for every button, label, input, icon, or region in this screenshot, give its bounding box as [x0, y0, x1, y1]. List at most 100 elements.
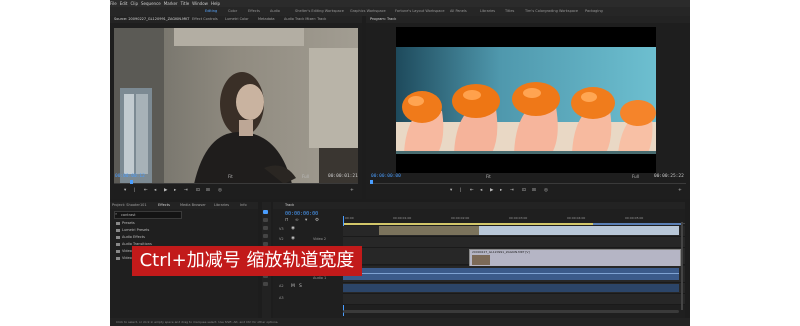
premiere-window: File Edit Clip Sequence Marker Title Window Hel…	[110, 0, 690, 326]
source-fit-dropdown[interactable]: Fit	[228, 174, 233, 179]
menu-edit[interactable]: Edit	[120, 1, 128, 6]
timeline-settings-icon[interactable]: ⚙	[315, 218, 319, 224]
source-scrub-bar[interactable]	[114, 183, 358, 184]
video-track-v2[interactable]	[343, 237, 685, 248]
snap-icon[interactable]: ⊓	[285, 218, 289, 224]
tab-lumetri-color[interactable]: Lumetri Color	[225, 16, 249, 23]
program-timecode-in[interactable]: 00:00:00:00	[371, 174, 401, 179]
play-icon[interactable]: ▶	[490, 188, 493, 194]
tab-effects[interactable]: Effects	[158, 202, 170, 209]
program-playhead[interactable]	[370, 180, 373, 184]
mark-out-icon[interactable]: |	[460, 188, 462, 194]
menu-window[interactable]: Window	[192, 1, 208, 6]
workspace-tab-audio[interactable]: Audio	[270, 7, 280, 16]
audio-clip[interactable]	[343, 268, 679, 280]
menu-title[interactable]: Title	[181, 1, 190, 6]
menu-help[interactable]: Help	[211, 1, 220, 6]
menu-sequence[interactable]: Sequence	[141, 1, 161, 6]
go-to-in-icon[interactable]: ⇤	[144, 188, 148, 194]
workspace-tab-graphics[interactable]: Graphics Workspace	[350, 7, 386, 16]
track-select-tool-icon[interactable]	[263, 218, 268, 222]
selection-tool-icon[interactable]	[263, 210, 268, 214]
export-frame-icon[interactable]: ◎	[544, 188, 548, 194]
timeline-zoom-scrollbar[interactable]	[343, 310, 679, 313]
effects-search-input[interactable]: contrast	[114, 211, 182, 219]
toggle-output-icon[interactable]: ◉	[291, 236, 295, 242]
workspace-tab-tims[interactable]: Tim's Colorgrading Workspace	[525, 7, 578, 16]
workspace-tab-color[interactable]: Color	[228, 7, 237, 16]
ripple-edit-tool-icon[interactable]	[263, 226, 268, 230]
go-to-out-icon[interactable]: ⇥	[184, 188, 188, 194]
source-playhead[interactable]	[130, 180, 133, 184]
go-to-in-icon[interactable]: ⇤	[470, 188, 474, 194]
track-v2-label[interactable]: V2	[279, 237, 284, 241]
step-forward-icon[interactable]: ▸	[500, 188, 502, 194]
step-back-icon[interactable]: ◂	[480, 188, 482, 194]
source-timecode-in[interactable]: 00:00:00:12	[115, 174, 145, 179]
step-back-icon[interactable]: ◂	[154, 188, 156, 194]
export-frame-icon[interactable]: ◎	[218, 188, 222, 194]
workspace-tab-fortune[interactable]: Fortune's Layout Workspace	[395, 7, 444, 16]
insert-icon[interactable]: ⊡	[196, 188, 200, 194]
tab-audio-mixer[interactable]: Audio Track Mixer: Track	[284, 16, 326, 23]
tab-program[interactable]: Program: Track	[370, 16, 396, 23]
tab-info[interactable]: Info	[240, 202, 247, 209]
timeline-timecode[interactable]: 00:00:00:00	[285, 211, 318, 217]
tab-timeline[interactable]: Track	[285, 202, 294, 209]
list-item[interactable]: Presets	[116, 221, 135, 225]
program-scrub-bar[interactable]	[370, 183, 686, 184]
step-forward-icon[interactable]: ▸	[174, 188, 176, 194]
mark-in-icon[interactable]: ▾	[450, 188, 452, 194]
workspace-tab-allpanels[interactable]: All Panels	[450, 7, 467, 16]
play-icon[interactable]: ▶	[164, 188, 167, 194]
video-clip-thumb[interactable]	[379, 226, 479, 235]
audio-track-a3[interactable]	[343, 294, 685, 305]
tab-effect-controls[interactable]: Effect Controls	[192, 16, 218, 23]
lift-icon[interactable]: ⊡	[522, 188, 526, 194]
workspace-tab-editing[interactable]: Editing	[205, 7, 217, 16]
add-button-icon[interactable]: +	[678, 188, 682, 194]
video-clip-thumb[interactable]	[479, 226, 679, 235]
status-bar: Click to select, or click in empty space…	[110, 318, 690, 326]
add-marker-icon[interactable]: ▾	[305, 218, 307, 224]
tab-libraries[interactable]: Libraries	[214, 202, 229, 209]
zoom-tool-icon[interactable]	[263, 282, 268, 286]
mark-in-icon[interactable]: ▾	[124, 188, 126, 194]
track-a2-label[interactable]: A2	[279, 284, 284, 288]
linked-selection-icon[interactable]: ∞	[295, 218, 299, 224]
program-scale-dropdown[interactable]: Full	[632, 174, 639, 179]
menu-clip[interactable]: Clip	[130, 1, 138, 6]
tab-metadata[interactable]: Metadata	[258, 16, 275, 23]
workspace-tab-effects[interactable]: Effects	[248, 7, 260, 16]
solo-icon[interactable]: S	[299, 284, 302, 290]
rolling-edit-tool-icon[interactable]	[263, 234, 268, 238]
work-area-bar-end[interactable]	[593, 223, 681, 225]
extract-icon[interactable]: ⊟	[532, 188, 536, 194]
list-item[interactable]: Lumetri Presets	[116, 228, 149, 232]
overwrite-icon[interactable]: ⊟	[206, 188, 210, 194]
program-fit-dropdown[interactable]: Fit	[486, 174, 491, 179]
mark-out-icon[interactable]: |	[134, 188, 136, 194]
add-button-icon[interactable]: +	[350, 188, 354, 194]
tab-media-browser[interactable]: Media Browser	[180, 202, 206, 209]
menu-marker[interactable]: Marker	[164, 1, 178, 6]
track-a3-label[interactable]: A3	[279, 296, 284, 300]
timeline-vertical-scrollbar[interactable]	[681, 222, 683, 310]
workspace-tab-packaging[interactable]: Packaging	[585, 7, 603, 16]
tab-source[interactable]: Source: 20090227_GL120991_ZAGKIN.MKT	[114, 16, 189, 23]
workspace-tab-titles[interactable]: Titles	[505, 7, 514, 16]
work-area-bar[interactable]	[343, 223, 593, 225]
list-item[interactable]: Audio Effects	[116, 235, 145, 239]
track-v3-label[interactable]: V3	[279, 227, 284, 231]
workspace-tab-shelter[interactable]: Shelter's Editing Workspace	[295, 7, 344, 16]
source-scale-dropdown[interactable]: Full	[302, 174, 309, 179]
workspace-tab-libraries[interactable]: Libraries	[480, 7, 495, 16]
tab-project[interactable]: Project: Shooter101	[112, 202, 147, 209]
audio-waveform	[343, 273, 679, 274]
audio-clip[interactable]	[343, 284, 679, 292]
mute-icon[interactable]: M	[291, 284, 295, 290]
go-to-out-icon[interactable]: ⇥	[510, 188, 514, 194]
toggle-output-icon[interactable]: ◉	[291, 226, 295, 232]
video-clip[interactable]: 20090227_GL120991_ZAGKIN.MKT [V]	[469, 249, 681, 267]
menu-file[interactable]: File	[110, 1, 117, 6]
